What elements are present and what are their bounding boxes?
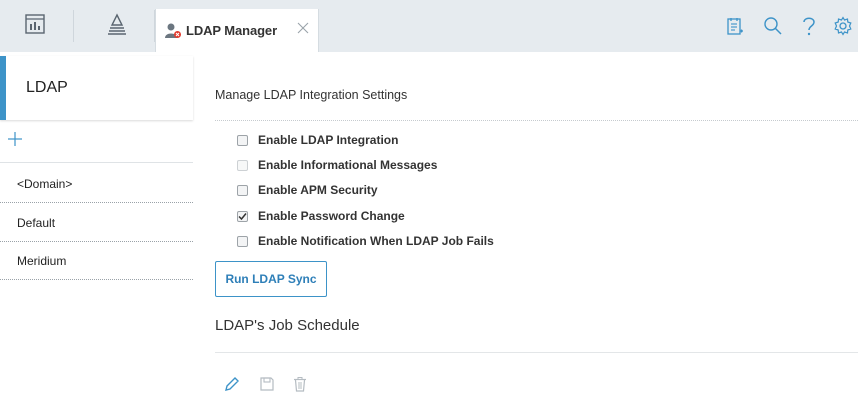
top-bar: LDAP Manager bbox=[0, 0, 858, 52]
save-icon bbox=[258, 375, 276, 393]
ldap-user-icon bbox=[163, 21, 183, 41]
toolbar-separator bbox=[73, 10, 74, 42]
option-label: Enable APM Security bbox=[258, 183, 378, 197]
sidebar-header: LDAP bbox=[0, 56, 193, 120]
run-ldap-sync-button[interactable]: Run LDAP Sync bbox=[215, 261, 327, 297]
add-domain-button[interactable] bbox=[0, 121, 193, 163]
delete-icon bbox=[291, 375, 309, 393]
checkbox-disabled bbox=[237, 159, 248, 171]
option-enable-ldap-integration[interactable]: Enable LDAP Integration bbox=[237, 131, 398, 149]
divider bbox=[215, 352, 858, 353]
plus-icon bbox=[8, 132, 22, 151]
dashboard-button[interactable] bbox=[10, 0, 60, 52]
option-enable-notification-ldap-job-fails[interactable]: Enable Notification When LDAP Job Fails bbox=[237, 232, 494, 250]
checkbox[interactable] bbox=[237, 235, 248, 247]
sidebar-item-label: Default bbox=[17, 216, 56, 230]
option-enable-password-change[interactable]: Enable Password Change bbox=[237, 207, 405, 225]
option-enable-apm-security[interactable]: Enable APM Security bbox=[237, 181, 378, 199]
sidebar-title: LDAP bbox=[26, 79, 68, 96]
option-label: Enable Notification When LDAP Job Fails bbox=[258, 234, 494, 248]
edit-icon[interactable] bbox=[223, 375, 241, 393]
option-label: Enable Password Change bbox=[258, 209, 405, 223]
help-icon[interactable] bbox=[798, 14, 820, 38]
checkmark-icon bbox=[238, 212, 247, 220]
job-schedule-title: LDAP's Job Schedule bbox=[215, 317, 360, 334]
page-heading: Manage LDAP Integration Settings bbox=[215, 88, 408, 102]
close-icon[interactable] bbox=[296, 21, 310, 35]
sidebar-item-label: Meridium bbox=[17, 254, 67, 268]
search-icon[interactable] bbox=[762, 14, 784, 38]
option-label: Enable LDAP Integration bbox=[258, 133, 399, 147]
sidebar-item-domain[interactable]: <Domain> bbox=[0, 166, 193, 203]
checkbox[interactable] bbox=[237, 134, 248, 146]
dashboard-icon bbox=[24, 13, 46, 40]
sidebar-item-default[interactable]: Default bbox=[0, 205, 193, 242]
option-label: Enable Informational Messages bbox=[258, 158, 438, 172]
sidebar-item-label: <Domain> bbox=[17, 177, 73, 191]
option-enable-informational-messages: Enable Informational Messages bbox=[237, 156, 437, 174]
sidebar-item-meridium[interactable]: Meridium bbox=[0, 243, 193, 280]
notes-icon[interactable] bbox=[724, 14, 746, 38]
tab-label: LDAP Manager bbox=[186, 23, 278, 38]
settings-icon[interactable] bbox=[832, 14, 854, 38]
divider bbox=[215, 120, 858, 121]
checkbox-checked[interactable] bbox=[237, 210, 248, 222]
asset-hierarchy-icon bbox=[106, 12, 128, 40]
asset-hierarchy-button[interactable] bbox=[92, 0, 142, 52]
checkbox[interactable] bbox=[237, 184, 248, 196]
tab-ldap-manager[interactable]: LDAP Manager bbox=[155, 9, 319, 52]
